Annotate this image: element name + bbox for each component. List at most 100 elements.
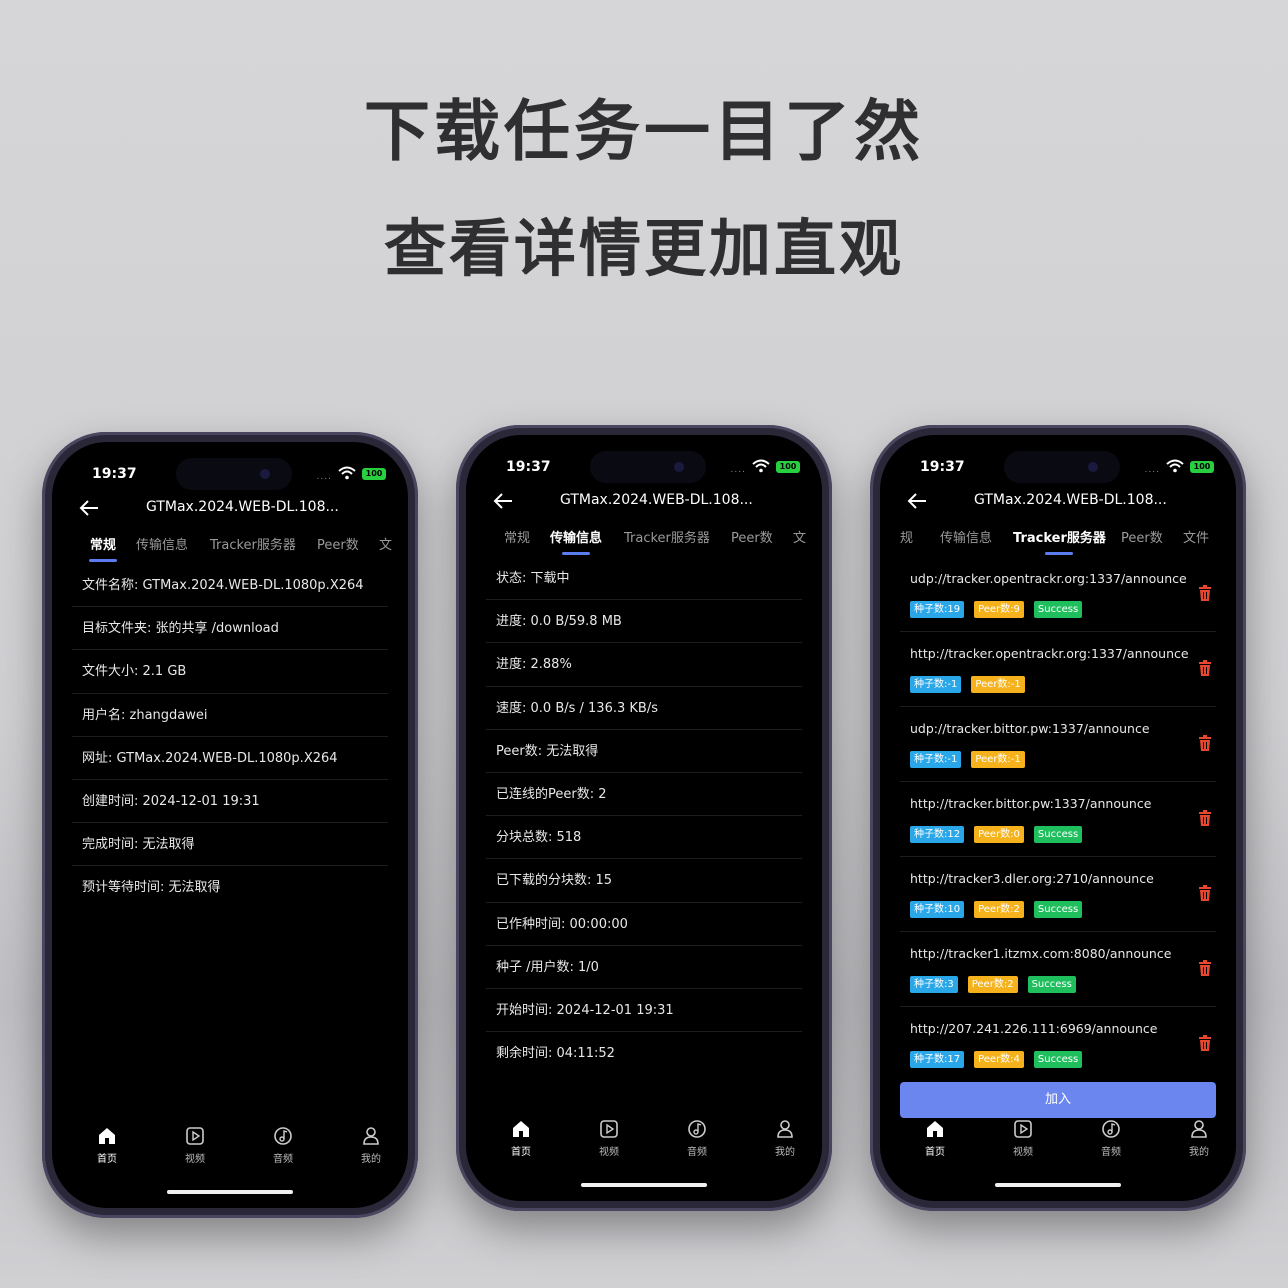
peer-count-badge: Peer数:-1	[971, 751, 1025, 768]
trash-icon[interactable]	[1198, 735, 1212, 751]
tracker-item: http://tracker3.dler.org:2710/announce 种…	[900, 857, 1216, 932]
add-tracker-button[interactable]: 加入	[900, 1082, 1216, 1118]
list-item: 用户名: zhangdawei	[72, 694, 388, 737]
wifi-icon	[338, 466, 356, 480]
page-title: GTMax.2024.WEB-DL.108...	[974, 492, 1167, 508]
back-arrow-icon[interactable]	[492, 491, 514, 511]
tab-tracker[interactable]: Tracker服务器	[1013, 527, 1106, 555]
tab-peers[interactable]: Peer数	[1121, 527, 1163, 546]
nav-video-label: 视频	[185, 1154, 205, 1165]
tab-transfer[interactable]: 传输信息	[136, 534, 188, 553]
tracker-item: http://tracker.bittor.pw:1337/announce 种…	[900, 782, 1216, 857]
peer-count-badge: Peer数:4	[974, 1051, 1024, 1068]
peer-count-badge: Peer数:9	[974, 601, 1024, 618]
back-arrow-icon[interactable]	[906, 491, 928, 511]
tab-peers[interactable]: Peer数	[317, 534, 359, 553]
tracker-item: http://207.241.226.111:6969/announce 种子数…	[900, 1007, 1216, 1082]
music-icon	[1102, 1120, 1120, 1138]
tab-general[interactable]: 常规	[504, 527, 530, 546]
battery-icon: 100	[362, 468, 386, 480]
seed-count-badge: 种子数:17	[910, 1051, 965, 1068]
back-arrow-icon[interactable]	[78, 498, 100, 518]
nav-home[interactable]: 首页	[905, 1119, 965, 1158]
top-bar: GTMax.2024.WEB-DL.108...	[466, 489, 822, 517]
general-info-list: 文件名称: GTMax.2024.WEB-DL.1080p.X264 目标文件夹…	[72, 564, 388, 910]
tracker-item: udp://tracker.opentrackr.org:1337/announ…	[900, 557, 1216, 632]
list-item: 速度: 0.0 B/s / 136.3 KB/s	[486, 687, 802, 730]
nav-audio[interactable]: 音频	[1081, 1119, 1141, 1158]
list-item: 分块总数: 518	[486, 816, 802, 860]
nav-audio[interactable]: 音频	[667, 1119, 727, 1158]
trash-icon[interactable]	[1198, 585, 1212, 601]
nav-video-label: 视频	[599, 1147, 619, 1158]
tab-files[interactable]: 文	[379, 534, 392, 553]
tab-general[interactable]: 规	[900, 527, 913, 546]
status-time: 19:37	[92, 466, 137, 482]
tracker-url: udp://tracker.bittor.pw:1337/announce	[910, 721, 1150, 736]
tab-bar: 常规 传输信息 Tracker服务器 Peer数 文	[52, 534, 408, 564]
nav-audio[interactable]: 音频	[253, 1126, 313, 1165]
nav-video[interactable]: 视频	[165, 1126, 225, 1165]
trash-icon[interactable]	[1198, 960, 1212, 976]
list-item: 已作种时间: 00:00:00	[486, 903, 802, 946]
wifi-icon	[752, 459, 770, 473]
status-time: 19:37	[506, 459, 551, 475]
nav-video[interactable]: 视频	[993, 1119, 1053, 1158]
seed-count-badge: 种子数:-1	[910, 676, 962, 693]
nav-profile[interactable]: 我的	[755, 1119, 815, 1158]
tab-bar: 常规 传输信息 Tracker服务器 Peer数 文	[466, 527, 822, 557]
peer-count-badge: Peer数:0	[974, 826, 1024, 843]
tab-tracker[interactable]: Tracker服务器	[624, 527, 710, 546]
nav-profile[interactable]: 我的	[1169, 1119, 1229, 1158]
trash-icon[interactable]	[1198, 885, 1212, 901]
tab-transfer[interactable]: 传输信息	[940, 527, 992, 546]
tab-tracker[interactable]: Tracker服务器	[210, 534, 296, 553]
peer-count-badge: Peer数:-1	[971, 676, 1025, 693]
nav-profile-label: 我的	[1189, 1147, 1209, 1158]
nav-video-label: 视频	[1013, 1147, 1033, 1158]
nav-video[interactable]: 视频	[579, 1119, 639, 1158]
nav-profile[interactable]: 我的	[341, 1126, 401, 1165]
dynamic-island	[1004, 451, 1120, 483]
seed-count-badge: 种子数:12	[910, 826, 965, 843]
tracker-item: udp://tracker.bittor.pw:1337/announce 种子…	[900, 707, 1216, 782]
trash-icon[interactable]	[1198, 810, 1212, 826]
peer-count-badge: Peer数:2	[967, 976, 1018, 993]
tab-files[interactable]: 文件	[1183, 527, 1209, 546]
transfer-info-list: 状态: 下载中 进度: 0.0 B/59.8 MB 进度: 2.88% 速度: …	[486, 557, 802, 1075]
seed-count-badge: 种子数:3	[910, 976, 958, 993]
tab-files[interactable]: 文	[793, 527, 806, 546]
list-item: 文件名称: GTMax.2024.WEB-DL.1080p.X264	[72, 564, 388, 608]
nav-home-label: 首页	[511, 1147, 531, 1158]
music-icon	[688, 1120, 706, 1138]
list-item: 开始时间: 2024-12-01 19:31	[486, 989, 802, 1033]
signal-icon: ....	[316, 472, 332, 482]
trash-icon[interactable]	[1198, 660, 1212, 676]
nav-home[interactable]: 首页	[491, 1119, 551, 1158]
list-item: 文件大小: 2.1 GB	[72, 650, 388, 694]
status-bar: 19:37 .... 100	[82, 458, 386, 490]
trash-icon[interactable]	[1198, 1035, 1212, 1051]
tracker-item: http://tracker.opentrackr.org:1337/annou…	[900, 632, 1216, 707]
list-item: 进度: 0.0 B/59.8 MB	[486, 600, 802, 644]
list-item: 已下载的分块数: 15	[486, 859, 802, 903]
nav-profile-label: 我的	[775, 1147, 795, 1158]
video-icon	[600, 1120, 618, 1138]
phone-transfer: 19:37 .... 100 GTMax.2024.WEB-DL.108... …	[456, 425, 832, 1211]
top-bar: GTMax.2024.WEB-DL.108...	[880, 489, 1236, 517]
tab-peers[interactable]: Peer数	[731, 527, 773, 546]
tab-general[interactable]: 常规	[88, 534, 118, 562]
tracker-item: http://tracker1.itzmx.com:8080/announce …	[900, 932, 1216, 1007]
bottom-nav: 首页 视频 音频 我的	[52, 1126, 408, 1166]
nav-home[interactable]: 首页	[77, 1126, 137, 1165]
list-item: 创建时间: 2024-12-01 19:31	[72, 780, 388, 824]
tracker-url: http://tracker.opentrackr.org:1337/annou…	[910, 646, 1189, 661]
list-item: 剩余时间: 04:11:52	[496, 1046, 615, 1062]
page-title: GTMax.2024.WEB-DL.108...	[146, 499, 339, 515]
headline-line2: 查看详情更加直观	[383, 212, 904, 285]
status-bar: 19:37 .... 100	[496, 451, 800, 483]
battery-icon: 100	[1190, 461, 1214, 473]
tab-transfer[interactable]: 传输信息	[550, 527, 602, 555]
status-badge: Success	[1033, 1051, 1083, 1068]
list-item: 进度: 2.88%	[486, 643, 802, 687]
